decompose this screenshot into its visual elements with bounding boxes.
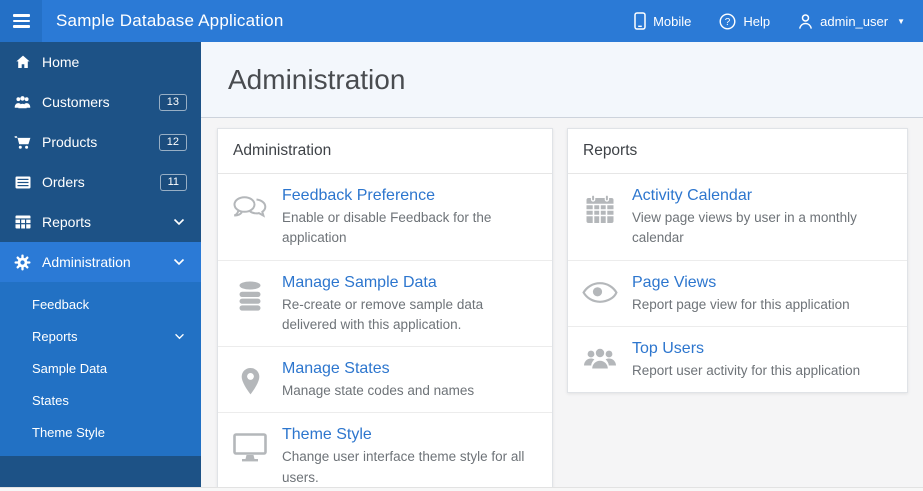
nav-help[interactable]: ? Help	[719, 13, 770, 30]
item-description: Manage state codes and names	[282, 383, 475, 398]
item-description: Re-create or remove sample data delivere…	[282, 296, 484, 332]
help-icon: ?	[719, 13, 736, 30]
sidebar-item-products[interactable]: Products 12	[0, 122, 201, 162]
sidebar-item-label: Reports	[42, 214, 92, 230]
list-item-manage-sample-data[interactable]: Manage Sample Data Re-create or remove s…	[218, 259, 552, 347]
sidebar-item-administration[interactable]: Administration	[0, 242, 201, 282]
subitem-label: States	[32, 392, 69, 408]
administration-submenu: Feedback Reports Sample Data States Them…	[0, 282, 201, 456]
sidebar-item-customers[interactable]: Customers 13	[0, 82, 201, 122]
reports-card: Reports Activity Calendar View page view…	[567, 128, 908, 393]
horizontal-scrollbar[interactable]	[0, 487, 923, 491]
item-link[interactable]: Activity Calendar	[632, 187, 891, 205]
subitem-reports[interactable]: Reports	[0, 320, 201, 352]
calendar-icon	[568, 187, 632, 249]
count-badge: 13	[158, 93, 187, 111]
app-header: Sample Database Application Mobile ? Hel…	[0, 0, 923, 42]
cards-region: Administration Feedback Preference Enabl…	[201, 118, 923, 491]
subitem-feedback[interactable]: Feedback	[0, 288, 201, 320]
item-description: Report user activity for this applicatio…	[632, 362, 861, 378]
sidebar-item-label: Home	[42, 54, 80, 70]
card-title: Administration	[218, 129, 552, 174]
menu-toggle-button[interactable]	[0, 0, 42, 42]
item-description: Change user interface theme style for al…	[282, 449, 525, 485]
nav-mobile-label: Mobile	[653, 13, 692, 29]
page-title-band: Administration	[201, 42, 923, 118]
sidebar-item-label: Orders	[42, 174, 85, 190]
chevron-down-icon	[173, 218, 185, 226]
header-nav: Mobile ? Help admin_user ▼	[634, 12, 923, 30]
item-link[interactable]: Theme Style	[282, 426, 536, 444]
administration-card: Administration Feedback Preference Enabl…	[217, 128, 553, 491]
customers-icon	[14, 94, 31, 111]
user-icon	[798, 13, 813, 30]
card-title: Reports	[568, 129, 907, 174]
hamburger-icon	[12, 14, 30, 28]
item-link[interactable]: Manage Sample Data	[282, 274, 536, 292]
list-item-page-views[interactable]: Page Views Report page view for this app…	[568, 259, 907, 326]
sidebar-item-label: Administration	[42, 254, 131, 270]
count-badge: 11	[159, 173, 187, 191]
nav-help-label: Help	[743, 13, 771, 29]
database-icon	[218, 274, 282, 336]
map-marker-icon	[218, 360, 282, 401]
item-link[interactable]: Feedback Preference	[282, 187, 536, 205]
eye-icon	[568, 274, 632, 315]
item-link[interactable]: Top Users	[632, 340, 891, 358]
sidebar-item-orders[interactable]: Orders 11	[0, 162, 201, 202]
list-item-top-users[interactable]: Top Users Report user activity for this …	[568, 325, 907, 392]
nav-mobile[interactable]: Mobile	[634, 12, 691, 30]
chevron-down-icon	[174, 333, 185, 340]
sidebar-item-home[interactable]: Home	[0, 42, 201, 82]
mobile-icon	[634, 12, 646, 30]
subitem-theme-style[interactable]: Theme Style	[0, 416, 201, 448]
sidebar-item-reports[interactable]: Reports	[0, 202, 201, 242]
subitem-label: Theme Style	[32, 424, 105, 440]
sidebar-item-label: Customers	[42, 94, 110, 110]
list-item-manage-states[interactable]: Manage States Manage state codes and nam…	[218, 346, 552, 412]
comments-icon	[218, 187, 282, 249]
orders-icon	[14, 174, 31, 191]
chevron-down-icon	[173, 258, 185, 266]
subitem-states[interactable]: States	[0, 384, 201, 416]
sidebar-nav: Home Customers 13 Products 12 Orders 11 …	[0, 42, 201, 491]
subitem-label: Sample Data	[32, 360, 108, 376]
user-menu-label: admin_user	[820, 13, 889, 29]
desktop-icon	[218, 426, 282, 488]
page-title: Administration	[228, 63, 406, 95]
item-link[interactable]: Page Views	[632, 274, 891, 292]
home-icon	[14, 54, 31, 71]
item-description: Report page view for this application	[632, 296, 850, 312]
subitem-label: Feedback	[32, 296, 90, 312]
list-item-feedback-preference[interactable]: Feedback Preference Enable or disable Fe…	[218, 174, 552, 260]
subitem-sample-data[interactable]: Sample Data	[0, 352, 201, 384]
item-link[interactable]: Manage States	[282, 360, 536, 378]
item-description: Enable or disable Feedback for the appli…	[282, 210, 492, 246]
list-item-activity-calendar[interactable]: Activity Calendar View page views by use…	[568, 174, 907, 260]
user-menu[interactable]: admin_user ▼	[798, 13, 905, 30]
svg-text:?: ?	[725, 17, 731, 28]
users-icon	[568, 340, 632, 381]
caret-down-icon: ▼	[897, 16, 905, 26]
cart-icon	[14, 134, 31, 151]
gear-icon	[14, 254, 31, 271]
reports-grid-icon	[14, 214, 31, 231]
sidebar-item-label: Products	[42, 134, 98, 150]
list-item-theme-style[interactable]: Theme Style Change user interface theme …	[218, 412, 552, 491]
main-content: Administration Administration Feedback P…	[201, 42, 923, 491]
count-badge: 12	[158, 133, 187, 151]
app-title: Sample Database Application	[56, 11, 284, 30]
item-description: View page views by user in a monthly cal…	[632, 210, 857, 246]
subitem-label: Reports	[32, 328, 78, 344]
